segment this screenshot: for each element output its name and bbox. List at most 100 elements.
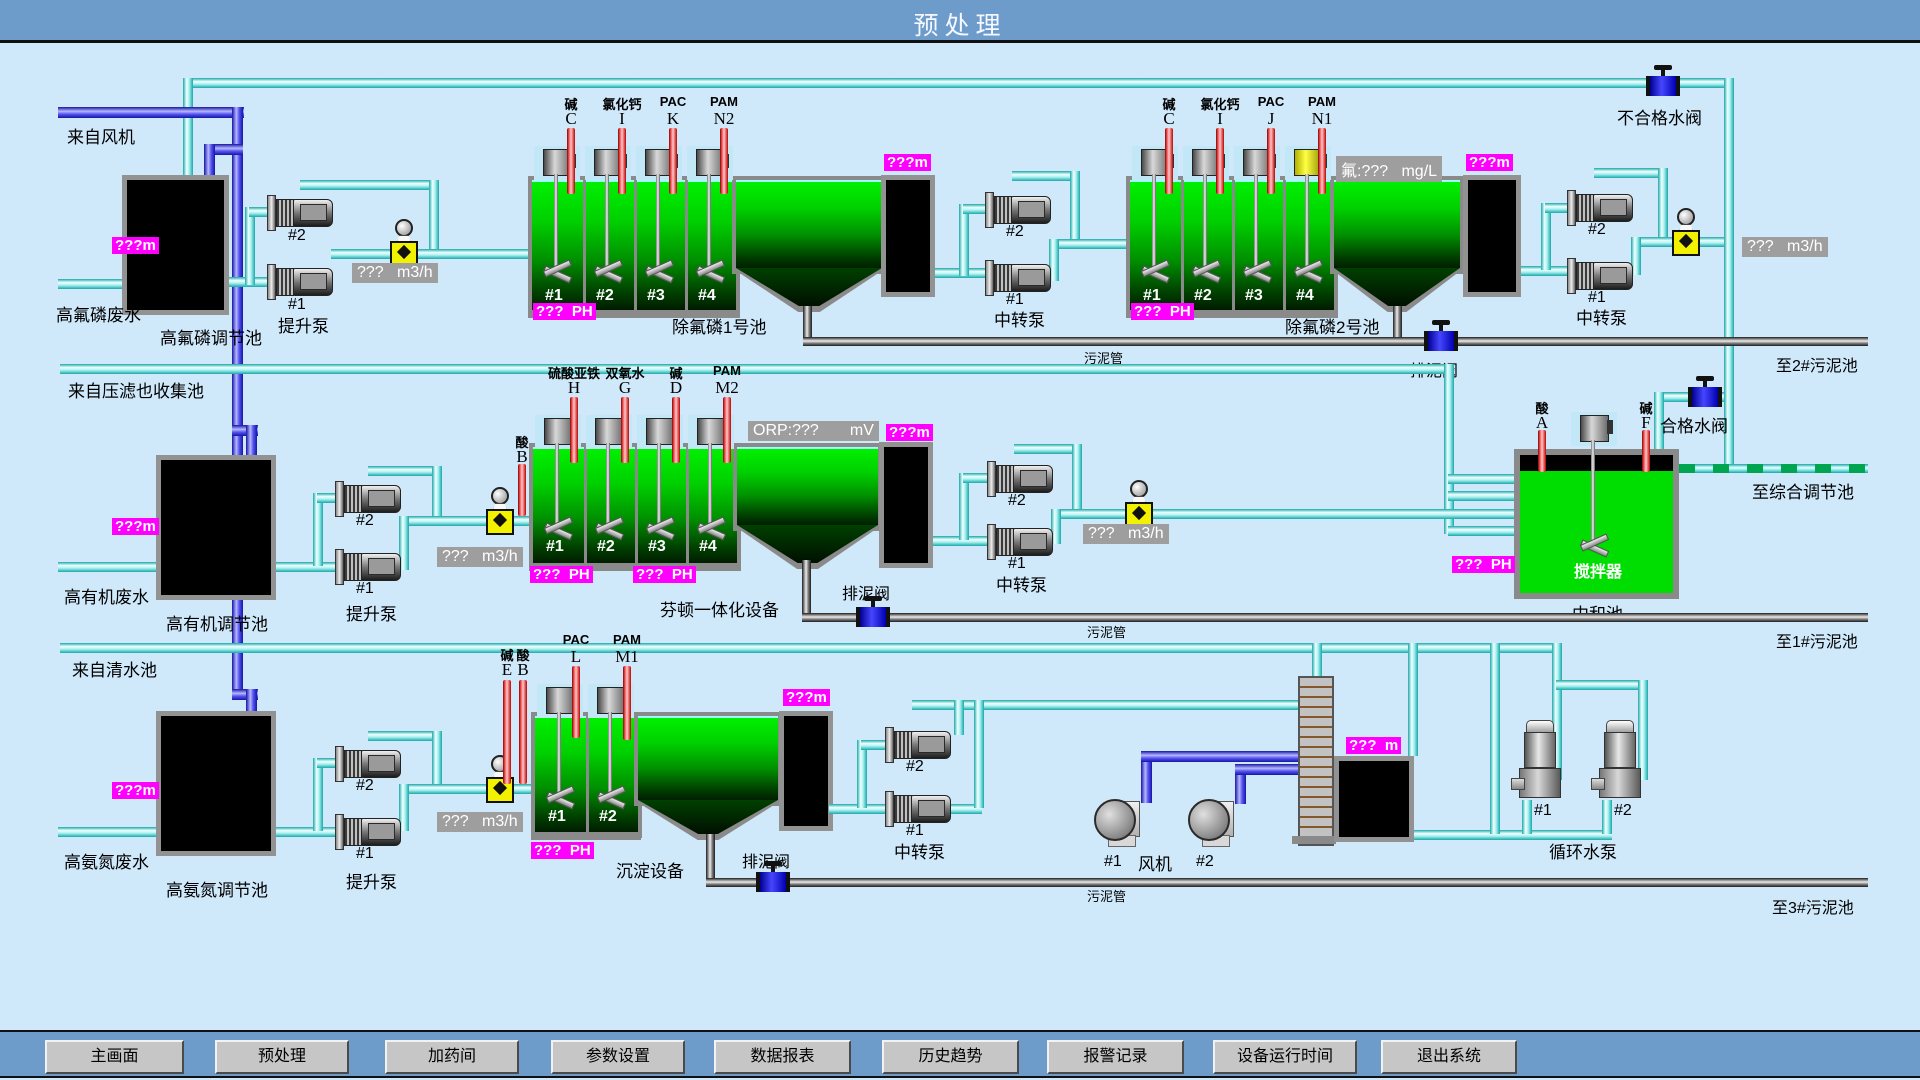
pipe xyxy=(959,473,969,540)
row1-reg-level-value: ???m xyxy=(112,237,159,254)
row3-blower-1[interactable] xyxy=(1094,797,1140,847)
nav-data-reports[interactable]: 数据报表 xyxy=(714,1040,851,1074)
row2-orp-value: ORP:??? mV xyxy=(748,421,879,441)
row1-transfer-pump1-2[interactable] xyxy=(985,196,1049,222)
dose-pipe xyxy=(669,128,677,194)
cell-number: #2 xyxy=(1194,287,1212,305)
row2-lift-pump-2[interactable] xyxy=(335,485,399,511)
dose-pipe xyxy=(1267,128,1275,194)
dose-pipe xyxy=(621,397,629,463)
pipe xyxy=(1312,643,1322,676)
row1-ok-water-valve[interactable] xyxy=(1688,387,1722,407)
row1-train2-ph-value: ??? PH xyxy=(1131,303,1194,320)
pipe-sludge xyxy=(706,834,715,882)
row2-sludge-drain-valve[interactable] xyxy=(856,607,890,627)
dose-pipe xyxy=(503,680,511,784)
funnel xyxy=(638,800,778,834)
row2-ph-value-1: ??? PH xyxy=(530,566,593,583)
row3-transfer-pump-1[interactable] xyxy=(885,795,949,821)
pipe xyxy=(1014,444,1080,454)
cell-number: #4 xyxy=(698,287,716,305)
dose-pipe xyxy=(720,128,728,194)
nav-exit-system[interactable]: 退出系统 xyxy=(1381,1040,1517,1074)
row1-train1-ph-value: ??? PH xyxy=(533,303,596,320)
pipe xyxy=(249,207,267,217)
funnel xyxy=(737,525,878,563)
page-title: 预处理 xyxy=(0,6,1920,42)
pipe xyxy=(184,78,1734,88)
row2-sump xyxy=(879,442,933,568)
row1-flow-value-1: ??? m3/h xyxy=(352,263,438,283)
pipe xyxy=(1049,239,1130,249)
nav-main-screen[interactable]: 主画面 xyxy=(45,1040,184,1074)
cell-number: #3 xyxy=(648,538,666,556)
nav-dosing-room[interactable]: 加药间 xyxy=(385,1040,519,1074)
pipe xyxy=(245,207,255,285)
row1-train2-settler xyxy=(1334,180,1460,270)
row2-reg-tank-label: 高有机调节池 xyxy=(166,610,268,635)
row2-fenton-label: 芬顿一体化设备 xyxy=(660,596,779,621)
row1-train2-label: 除氟磷2号池 xyxy=(1285,313,1379,338)
row1-transfer-pump2-2[interactable] xyxy=(1567,194,1631,220)
nav-parameter-settings[interactable]: 参数设置 xyxy=(551,1040,685,1074)
row1-reg-tank-label: 高氟磷调节池 xyxy=(160,324,262,349)
row3-fan-label: 风机 xyxy=(1138,850,1172,875)
dose-code: M1 xyxy=(597,647,657,667)
row2-transfer-pump-2[interactable] xyxy=(987,465,1051,491)
row1-sump1-level-value: ???m xyxy=(884,154,931,171)
dose-pipe xyxy=(518,464,526,516)
row1-reject-valve-label: 不合格水阀 xyxy=(1617,104,1702,129)
row3-lift-pump-2[interactable] xyxy=(335,750,399,776)
cell-number: #2 xyxy=(596,287,614,305)
row2-reg-level-value: ???m xyxy=(112,518,159,535)
pipe xyxy=(1594,168,1666,178)
nav-equipment-runtime[interactable]: 设备运行时间 xyxy=(1213,1040,1357,1074)
row3-transfer-pump-2[interactable] xyxy=(885,731,949,757)
row3-sludge-drain-valve[interactable] xyxy=(756,872,790,892)
row1-transfer-pump1-1[interactable] xyxy=(985,264,1049,290)
label-from-fan: 来自风机 xyxy=(67,123,135,148)
row3-source-label: 来自清水池 xyxy=(72,656,157,681)
row3-circulation-pump-2[interactable] xyxy=(1597,720,1641,802)
cell-number: #4 xyxy=(1296,287,1314,305)
row2-lift-pump-1[interactable] xyxy=(335,553,399,579)
pipe xyxy=(276,562,335,572)
row2-source-label: 来自压滤也收集池 xyxy=(68,377,204,402)
nav-pretreatment[interactable]: 预处理 xyxy=(215,1040,349,1074)
pipe xyxy=(1490,643,1500,834)
cell-number: #4 xyxy=(699,538,717,556)
row1-reject-water-valve[interactable] xyxy=(1646,76,1680,96)
pipe-sludge xyxy=(1393,306,1402,341)
cell-number: #2 xyxy=(597,538,615,556)
row1-train1-settler xyxy=(736,180,882,270)
row3-circulation-pump-1[interactable] xyxy=(1517,720,1561,802)
pump-number: #1 xyxy=(356,580,374,598)
dose-pipe xyxy=(1216,128,1224,194)
dose-pipe xyxy=(623,666,631,740)
row2-neutral-mixer[interactable] xyxy=(1571,412,1617,558)
flow-gauge-icon xyxy=(490,487,510,509)
row3-settle-label: 沉淀设备 xyxy=(616,857,684,882)
dose-pipe xyxy=(567,128,575,194)
blower-number: #1 xyxy=(1104,853,1122,871)
row2-flow-meter-1[interactable] xyxy=(486,509,514,535)
row1-sludge-drain-valve[interactable] xyxy=(1424,331,1458,351)
row2-transfer-pump-1[interactable] xyxy=(987,528,1051,554)
pipe xyxy=(1541,203,1551,270)
pipe xyxy=(1408,643,1418,756)
row2-sump-level-value: ???m xyxy=(886,424,933,441)
row2-neutral-ph-value: ??? PH xyxy=(1452,556,1515,573)
nav-alarm-records[interactable]: 报警记录 xyxy=(1047,1040,1184,1074)
nav-history-trends[interactable]: 历史趋势 xyxy=(882,1040,1019,1074)
dose-code: M2 xyxy=(697,378,757,398)
row1-flow-meter-2[interactable] xyxy=(1672,230,1700,256)
funnel xyxy=(1334,268,1460,306)
row1-lift-pump-2[interactable] xyxy=(267,199,331,225)
row3-blower-2[interactable] xyxy=(1188,797,1234,847)
row1-transfer-pump2-1[interactable] xyxy=(1567,262,1631,288)
row1-lift-pump-1[interactable] xyxy=(267,268,331,294)
dose-pipe xyxy=(572,666,580,738)
flow-gauge-icon xyxy=(1676,208,1696,230)
row3-lift-pump-1[interactable] xyxy=(335,818,399,844)
pump-number: #2 xyxy=(1006,223,1024,241)
